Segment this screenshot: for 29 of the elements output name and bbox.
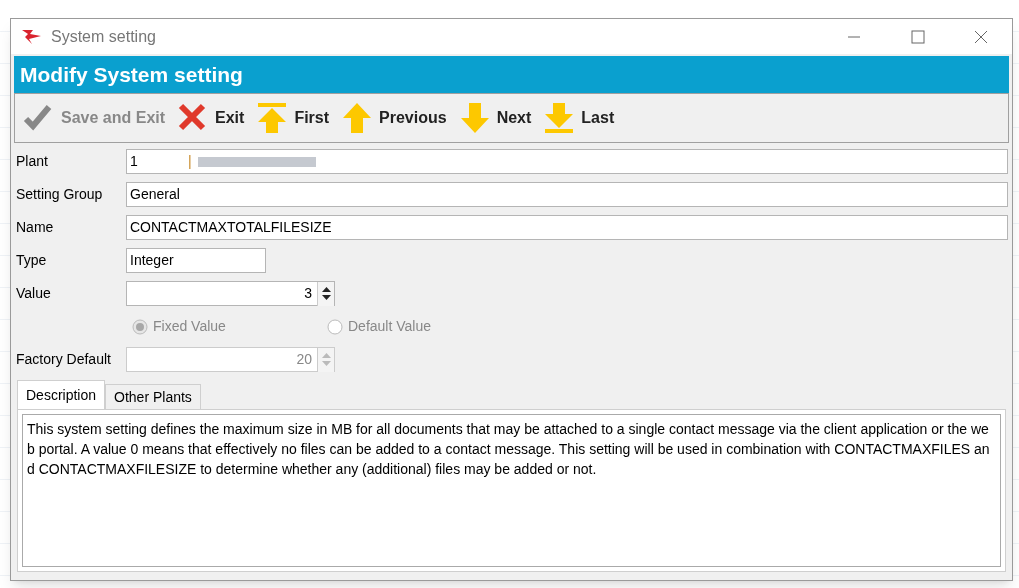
close-icon[interactable] <box>974 29 988 44</box>
description-text: This system setting defines the maximum size in MB for all documents that may be attached to a single contact message via the client application or the web portal. A value 0 means that effectively no files can be added to a contact message. This setting will be used in combination with CONTACTMAXFILES and CONTACTMAXFILESIZE to determine whether any (additional) files may be added or not. <box>22 414 1001 567</box>
form-header: Modify System setting <box>14 56 1009 93</box>
number-spinner: 20 <box>126 347 335 372</box>
number-spinner[interactable]: 3 <box>126 281 335 306</box>
text-field[interactable]: Integer <box>126 248 266 273</box>
field-label: Type <box>16 251 48 270</box>
field-label: Setting Group <box>16 185 104 204</box>
first-button[interactable]: First <box>256 102 330 134</box>
plant-field[interactable]: 1 | <box>126 149 1008 174</box>
field-label: Name <box>16 218 55 237</box>
exit-button[interactable]: Exit <box>177 102 245 134</box>
text-field[interactable]: CONTACTMAXTOTALFILESIZE <box>126 215 1008 240</box>
arrow-up-to-bar-icon <box>256 102 289 134</box>
arrow-down-to-bar-icon <box>543 102 576 134</box>
arrow-down-icon <box>458 102 491 134</box>
spinner-arrows[interactable] <box>317 281 334 306</box>
next-button[interactable]: Next <box>458 102 532 134</box>
last-button[interactable]: Last <box>543 102 615 134</box>
arrow-up-icon <box>341 102 374 134</box>
tab[interactable]: Description <box>17 380 106 409</box>
field-label: Factory Default <box>16 350 112 369</box>
text-field[interactable]: General <box>126 182 1008 207</box>
field-label: Value <box>16 284 52 303</box>
maximize-icon[interactable] <box>911 29 925 44</box>
previous-button[interactable]: Previous <box>341 102 447 134</box>
tab[interactable]: Other Plants <box>105 384 201 409</box>
field-label: Plant <box>16 152 49 171</box>
window-title: System setting <box>51 26 156 47</box>
